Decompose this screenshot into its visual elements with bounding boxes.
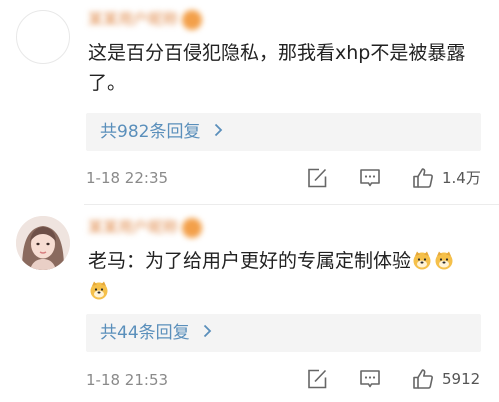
username[interactable]: 某某用户昵称: [88, 8, 203, 30]
comment-text: 老马：为了给用户更好的专属定制体验: [88, 246, 487, 306]
view-replies-link[interactable]: 共982条回复: [100, 113, 223, 151]
share-button[interactable]: [306, 166, 328, 190]
thumbs-up-icon: [413, 168, 433, 188]
avatar[interactable]: [16, 216, 70, 270]
doge-emoji: [435, 251, 453, 269]
like-button[interactable]: 5912: [412, 367, 480, 391]
comment-button[interactable]: [359, 367, 381, 391]
share-edit-icon: [308, 168, 327, 188]
timestamp: 1-18 21:53: [86, 371, 169, 389]
like-count: 1.4万: [442, 169, 481, 187]
replies-count-label: 共982条回复: [100, 122, 201, 142]
reply-box[interactable]: 共44条回复: [86, 314, 481, 352]
like-button[interactable]: 1.4万: [412, 166, 481, 190]
replies-count-label: 共44条回复: [100, 323, 190, 343]
comment-text-body: 老马：为了给用户更好的专属定制体验: [88, 250, 412, 272]
avatar[interactable]: [16, 10, 70, 64]
comment-text: 这是百分百侵犯隐私，那我看xhp不是被暴露了。: [88, 42, 466, 94]
timestamp: 1-18 22:35: [86, 169, 169, 187]
user-badge-icon: [182, 217, 203, 238]
comment-item: 某某用户昵称 这是百分百侵犯隐私，那我看xhp不是被暴露了。 共982条回复 1…: [0, 0, 499, 204]
share-edit-icon: [308, 369, 327, 389]
doge-emoji: [90, 281, 108, 299]
girl-portrait-avatar: [16, 216, 70, 270]
chevron-right-icon: [203, 324, 212, 338]
comment-item: 某某用户昵称 老马：为了给用户更好的专属定制体验 共44条回复 1-18 21:…: [0, 204, 499, 402]
view-replies-link[interactable]: 共44条回复: [100, 314, 212, 352]
comment-button[interactable]: [359, 166, 381, 190]
reply-box[interactable]: 共982条回复: [86, 113, 481, 151]
username[interactable]: 某某用户昵称: [88, 216, 203, 238]
like-count: 5912: [442, 370, 481, 388]
comment-bubble-icon: [360, 370, 380, 388]
user-badge-icon: [182, 9, 203, 30]
thumbs-up-icon: [413, 369, 433, 389]
share-button[interactable]: [306, 367, 328, 391]
comment-bubble-icon: [360, 169, 380, 187]
chevron-right-icon: [214, 123, 223, 137]
doge-emoji: [413, 251, 431, 269]
